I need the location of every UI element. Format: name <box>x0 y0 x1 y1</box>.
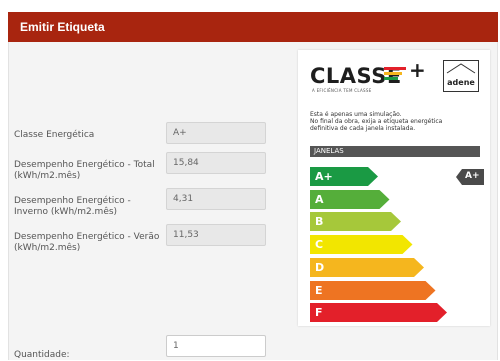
rating-label: C <box>315 238 324 252</box>
desempenho-verao-label: Desempenho Energético - Verão (kWh/m2.mê… <box>14 232 159 254</box>
current-class-label: A+ <box>465 171 480 181</box>
desempenho-inverno-label: Desempenho Energético - Inverno (kWh/m2.… <box>14 196 131 218</box>
desempenho-total-label-line2: (kWh/m2.mês) <box>14 171 81 181</box>
quantidade-input[interactable]: 1 <box>166 335 266 357</box>
desempenho-verao-label-line1: Desempenho Energético - Verão <box>14 232 160 242</box>
desempenho-total-field: 15,84 <box>166 152 266 174</box>
classe-logo-plus: + <box>409 58 426 82</box>
rating-label: F <box>315 306 323 320</box>
rating-label: A+ <box>315 170 333 183</box>
classe-tagline: A EFICIÊNCIA TEM CLASSE <box>312 88 372 93</box>
desempenho-inverno-field: 4,31 <box>166 188 266 210</box>
adene-logo: adene <box>443 60 479 92</box>
current-class-indicator: A+ <box>456 169 484 185</box>
rating-arrow-shape <box>310 257 424 277</box>
page-title: Emitir Etiqueta <box>20 20 105 34</box>
rating-arrow-shape <box>310 235 413 255</box>
desempenho-verao-label-line2: (kWh/m2.mês) <box>14 243 81 253</box>
classe-logo-stripes-icon <box>384 67 406 80</box>
desempenho-verao-field: 11,53 <box>166 224 266 246</box>
rating-arrow-shape <box>310 280 436 300</box>
rating-arrow-b: B <box>310 212 401 232</box>
rating-arrow-shape <box>310 212 401 232</box>
rating-arrow-a: A <box>310 189 390 209</box>
quantidade-label: Quantidade: <box>14 350 70 360</box>
rating-arrow-e: E <box>310 280 436 300</box>
rating-arrow-a-plus: A+ <box>310 167 378 186</box>
desempenho-total-label: Desempenho Energético - Total (kWh/m2.mê… <box>14 160 155 182</box>
rating-label: B <box>315 215 324 229</box>
rating-arrow-f: F <box>310 303 447 323</box>
rating-label: E <box>315 283 323 297</box>
adene-roof-icon <box>446 63 476 74</box>
classe-energetica-field: A+ <box>166 122 266 144</box>
rating-arrow-c: C <box>310 235 413 255</box>
simulation-note-line2: No final da obra, exija a etiqueta energ… <box>310 118 443 125</box>
desempenho-inverno-label-line2: Inverno (kWh/m2.mês) <box>14 207 118 217</box>
simulation-note-line1: Esta é apenas uma simulação. <box>310 111 402 118</box>
rating-arrow-shape <box>310 303 447 323</box>
page-header: Emitir Etiqueta <box>8 12 498 42</box>
adene-logo-text: adene <box>447 78 475 87</box>
classe-energetica-label: Classe Energética <box>14 130 95 140</box>
janelas-section-bar: JANELAS <box>310 146 480 157</box>
simulation-note-line3: definitiva de cada janela instalada. <box>310 125 416 132</box>
desempenho-total-label-line1: Desempenho Energético - Total <box>14 160 155 170</box>
desempenho-inverno-label-line1: Desempenho Energético - <box>14 196 131 206</box>
rating-label: A <box>315 192 324 206</box>
rating-arrow-d: D <box>310 257 424 277</box>
energy-label-card: CLASSE + A EFICIÊNCIA TEM CLASSE adene E… <box>298 50 490 326</box>
rating-label: D <box>315 260 325 274</box>
